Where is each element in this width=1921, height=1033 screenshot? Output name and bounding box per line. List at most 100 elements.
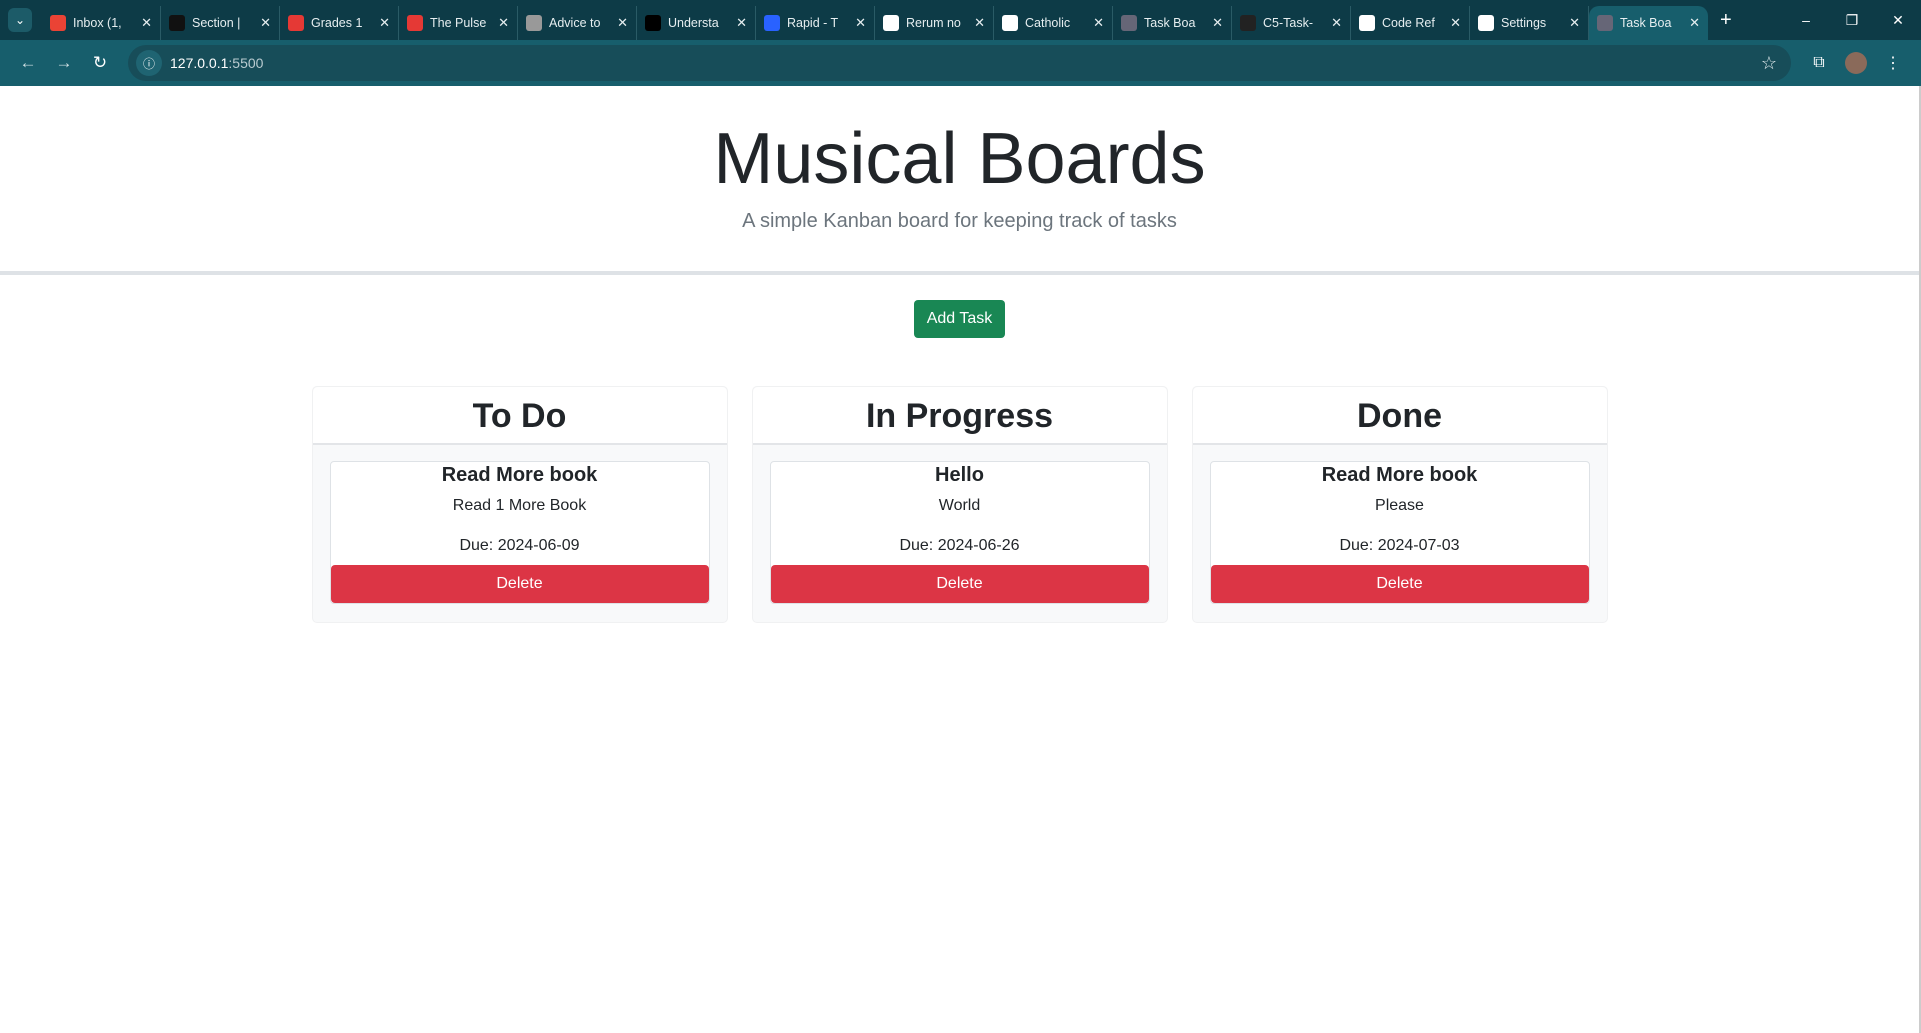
- close-tab-icon[interactable]: ✕: [855, 15, 866, 31]
- tab-title: Grades 1: [311, 16, 363, 30]
- globe-icon: [1121, 15, 1137, 31]
- github-icon: [1240, 15, 1256, 31]
- browser-tab[interactable]: The Pulse ✕: [399, 6, 518, 40]
- close-tab-icon[interactable]: ✕: [1212, 15, 1223, 31]
- tab-title: The Pulse: [430, 16, 487, 30]
- task-due-date: Due: 2024-06-26: [899, 537, 1020, 554]
- back-button[interactable]: ←: [10, 53, 46, 73]
- tab-title: Understa: [668, 16, 719, 30]
- bookmark-star-icon[interactable]: ☆: [1761, 53, 1777, 74]
- rapid-icon: [764, 15, 780, 31]
- close-tab-icon[interactable]: ✕: [379, 15, 390, 31]
- tab-title: Advice to: [549, 16, 601, 30]
- new-tab-button[interactable]: +: [1720, 9, 1732, 32]
- column-title: Done: [1192, 387, 1607, 445]
- add-task-button[interactable]: Add Task: [913, 300, 1006, 338]
- browser-tab[interactable]: Settings ✕: [1470, 6, 1589, 40]
- task-card[interactable]: Read More book Read 1 More Book Due: 202…: [329, 461, 710, 604]
- task-due-date: Due: 2024-07-03: [1339, 537, 1460, 554]
- page-title: Musical Boards: [713, 119, 1206, 199]
- tab-title: C5-Task-: [1263, 16, 1314, 30]
- browser-toolbar: ← → ↻ ⓘ 127.0.0.1:5500 ☆ ⧉ ⋮: [0, 40, 1921, 86]
- portrait-icon: [526, 15, 542, 31]
- browser-tab[interactable]: Understa ✕: [637, 6, 756, 40]
- browser-tab[interactable]: Section | ✕: [161, 6, 280, 40]
- divider: [0, 271, 1919, 275]
- globe-icon: [1597, 15, 1613, 31]
- forward-button[interactable]: →: [46, 53, 82, 73]
- browser-tab[interactable]: Rerum no ✕: [875, 6, 994, 40]
- column-done: Done Read More book Please Due: 2024-07-…: [1191, 386, 1608, 623]
- close-tab-icon[interactable]: ✕: [1450, 15, 1461, 31]
- page-subtitle: A simple Kanban board for keeping track …: [742, 210, 1177, 232]
- close-tab-icon[interactable]: ✕: [1569, 15, 1580, 31]
- wikipedia-icon: [883, 15, 899, 31]
- close-tab-icon[interactable]: ✕: [1093, 15, 1104, 31]
- close-tab-icon[interactable]: ✕: [736, 15, 747, 31]
- restore-button[interactable]: ❐: [1829, 0, 1875, 40]
- site-info-icon[interactable]: ⓘ: [136, 50, 162, 76]
- browser-tab[interactable]: Inbox (1, ✕: [42, 6, 161, 40]
- browser-tab[interactable]: Task Boa ✕: [1113, 6, 1232, 40]
- column-to-do: To Do Read More book Read 1 More Book Du…: [311, 386, 728, 623]
- window-controls: – ❐ ✕: [1783, 0, 1921, 40]
- tab-title: Task Boa: [1620, 16, 1672, 30]
- close-tab-icon[interactable]: ✕: [974, 15, 985, 31]
- close-tab-icon[interactable]: ✕: [260, 15, 271, 31]
- close-tab-icon[interactable]: ✕: [498, 15, 509, 31]
- menu-kebab-icon[interactable]: ⋮: [1875, 53, 1911, 73]
- delete-task-button[interactable]: Delete: [770, 565, 1149, 603]
- profile-avatar[interactable]: [1845, 52, 1867, 74]
- gmail-icon: [50, 15, 66, 31]
- task-title: Read More book: [441, 464, 598, 486]
- browser-tab[interactable]: Catholic ✕: [994, 6, 1113, 40]
- reload-button[interactable]: ↻: [82, 53, 118, 73]
- close-tab-icon[interactable]: ✕: [617, 15, 628, 31]
- close-window-button[interactable]: ✕: [1875, 0, 1921, 40]
- tab-title: Task Boa: [1144, 16, 1196, 30]
- tab-title: Rapid - T: [787, 16, 839, 30]
- tab-title: Section |: [192, 16, 241, 30]
- task-title: Read More book: [1321, 464, 1478, 486]
- browser-tab[interactable]: Grades 1 ✕: [280, 6, 399, 40]
- extensions-icon[interactable]: ⧉: [1801, 54, 1837, 72]
- browser-tab[interactable]: Rapid - T ✕: [756, 6, 875, 40]
- minimize-button[interactable]: –: [1783, 0, 1829, 40]
- browser-tab[interactable]: Code Ref ✕: [1351, 6, 1470, 40]
- delete-task-button[interactable]: Delete: [330, 565, 709, 603]
- task-card[interactable]: Hello World Due: 2024-06-26 Delete: [769, 461, 1150, 604]
- openai-icon: [1359, 15, 1375, 31]
- tabs: Inbox (1, ✕ Section | ✕ Grades 1 ✕ The Pulse ✕ A…: [42, 0, 1708, 40]
- column-title: In Progress: [752, 387, 1167, 445]
- task-description: Read 1 More Book: [452, 497, 587, 514]
- column-title: To Do: [312, 387, 727, 445]
- tab-title: Code Ref: [1382, 16, 1435, 30]
- tab-title: Catholic: [1025, 16, 1071, 30]
- grades-icon: [288, 15, 304, 31]
- browser-tab[interactable]: C5-Task- ✕: [1232, 6, 1351, 40]
- task-card[interactable]: Read More book Please Due: 2024-07-03 De…: [1209, 461, 1590, 604]
- url-host: 127.0.0.1: [170, 55, 229, 71]
- address-bar[interactable]: ⓘ 127.0.0.1:5500 ☆: [128, 45, 1791, 81]
- close-tab-icon[interactable]: ✕: [141, 15, 152, 31]
- browser-tab[interactable]: Advice to ✕: [518, 6, 637, 40]
- kanban-board: To Do Read More book Read 1 More Book Du…: [0, 386, 1919, 623]
- tab-title: Settings: [1501, 16, 1547, 30]
- wikipedia-icon: [1002, 15, 1018, 31]
- task-due-date: Due: 2024-06-09: [459, 537, 580, 554]
- close-tab-icon[interactable]: ✕: [1331, 15, 1342, 31]
- bar-chart-icon: [407, 15, 423, 31]
- tab-search-chevron-icon[interactable]: ⌄: [8, 8, 32, 32]
- section-icon: [169, 15, 185, 31]
- column-in-progress: In Progress Hello World Due: 2024-06-26 …: [751, 386, 1168, 623]
- dev-icon: [645, 15, 661, 31]
- url-port: :5500: [228, 55, 264, 71]
- tab-title: Rerum no: [906, 16, 961, 30]
- close-tab-icon[interactable]: ✕: [1689, 15, 1700, 31]
- task-description: Please: [1375, 497, 1424, 514]
- tab-title: Inbox (1,: [73, 16, 122, 30]
- gear-icon: [1478, 15, 1494, 31]
- delete-task-button[interactable]: Delete: [1210, 565, 1589, 603]
- task-description: World: [938, 497, 981, 514]
- browser-tab[interactable]: Task Boa ✕: [1589, 6, 1708, 40]
